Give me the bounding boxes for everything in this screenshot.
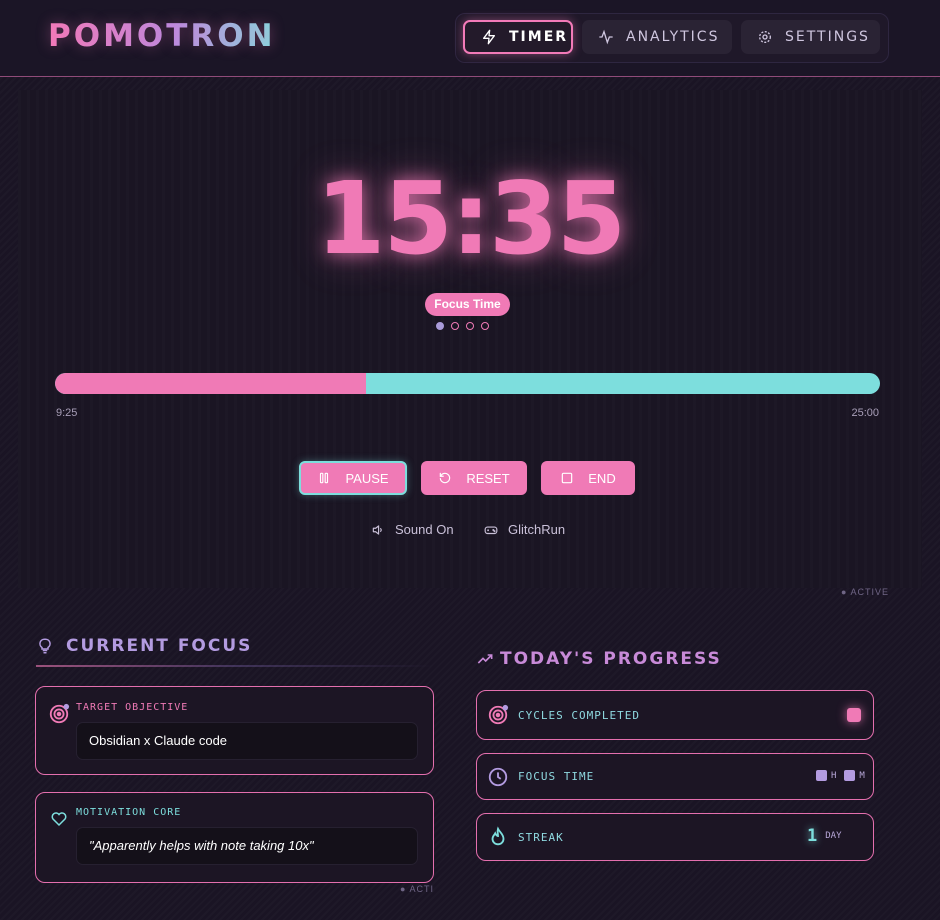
reset-button[interactable]: RESET [421, 461, 527, 495]
cycles-value [847, 708, 861, 722]
hours-unit: H [831, 770, 837, 781]
progress-fill [55, 373, 367, 394]
focus-time-card: FOCUS TIME H M [476, 753, 874, 800]
cycle-dot [436, 322, 444, 330]
cycles-label: CYCLES COMPLETED [518, 709, 640, 722]
focus-time-value: H M [816, 770, 865, 781]
trending-up-icon [477, 654, 493, 664]
reset-icon [440, 472, 451, 484]
game-label: GlitchRun [508, 522, 566, 537]
streak-value: 1 DAY [807, 826, 842, 846]
target-icon [49, 703, 70, 724]
focus-divider [36, 665, 434, 667]
end-label: END [588, 470, 616, 486]
cycle-dot [451, 322, 459, 330]
status-acti: ● ACTI [400, 884, 434, 894]
stop-icon [562, 472, 573, 484]
gamepad-icon [484, 526, 498, 534]
cycles-card: CYCLES COMPLETED [476, 690, 874, 740]
pause-icon [320, 472, 329, 484]
current-focus-title: CURRENT FOCUS [66, 636, 253, 656]
activity-icon [599, 29, 613, 45]
lightning-icon [483, 29, 495, 45]
objective-label: TARGET OBJECTIVE [76, 702, 189, 713]
streak-unit: DAY [825, 831, 842, 841]
target-icon [488, 704, 509, 725]
todays-progress-title: TODAY'S PROGRESS [500, 649, 722, 669]
status-acti-text: ACTI [409, 884, 434, 894]
tab-timer[interactable]: TIMER [463, 20, 573, 54]
streak-label: STREAK [518, 831, 564, 844]
app-logo: POMOTRON [48, 18, 276, 54]
focus-time-label: FOCUS TIME [518, 770, 595, 783]
cycle-dot [466, 322, 474, 330]
cycle-indicator [436, 322, 489, 330]
game-toggle[interactable]: GlitchRun [484, 522, 565, 537]
sound-toggle[interactable]: Sound On [371, 522, 454, 537]
end-button[interactable]: END [541, 461, 635, 495]
motivation-card: MOTIVATION CORE "Apparently helps with n… [35, 792, 434, 883]
heart-icon [51, 812, 67, 827]
app-header: POMOTRON TIMER ANALYTICS SETTINGS [0, 0, 940, 77]
tab-analytics-label: ANALYTICS [626, 29, 720, 45]
cycle-dot [481, 322, 489, 330]
status-active-text: ACTIVE [850, 587, 889, 597]
speaker-icon [372, 524, 382, 535]
status-active: ● ACTIVE [841, 587, 889, 597]
timer-progress-bar [55, 373, 880, 394]
streak-number: 1 [807, 826, 818, 846]
hours-value [816, 770, 827, 781]
streak-card: STREAK 1 DAY [476, 813, 874, 861]
sound-label: Sound On [395, 522, 454, 537]
flame-icon [491, 826, 505, 846]
tab-settings-label: SETTINGS [785, 29, 870, 45]
mode-badge: Focus Time [425, 293, 510, 316]
tab-settings[interactable]: SETTINGS [741, 20, 880, 54]
minutes-value [844, 770, 856, 781]
clock-icon [488, 767, 508, 787]
motivation-label: MOTIVATION CORE [76, 807, 182, 818]
timer-display: 15:35 [315, 160, 626, 277]
motivation-input[interactable]: "Apparently helps with note taking 10x" [76, 827, 418, 865]
tab-timer-label: TIMER [509, 29, 569, 45]
objective-input[interactable]: Obsidian x Claude code [76, 722, 418, 760]
total-label: 25:00 [851, 407, 879, 419]
pause-button[interactable]: PAUSE [299, 461, 407, 495]
minutes-unit: M [859, 770, 865, 781]
tab-analytics[interactable]: ANALYTICS [582, 20, 732, 54]
objective-card: TARGET OBJECTIVE Obsidian x Claude code [35, 686, 434, 775]
pause-label: PAUSE [345, 470, 389, 486]
lightbulb-icon [39, 638, 51, 654]
reset-label: RESET [466, 470, 510, 486]
main-nav: TIMER ANALYTICS SETTINGS [455, 13, 889, 63]
gear-icon [759, 31, 771, 43]
elapsed-label: 9:25 [56, 407, 78, 419]
